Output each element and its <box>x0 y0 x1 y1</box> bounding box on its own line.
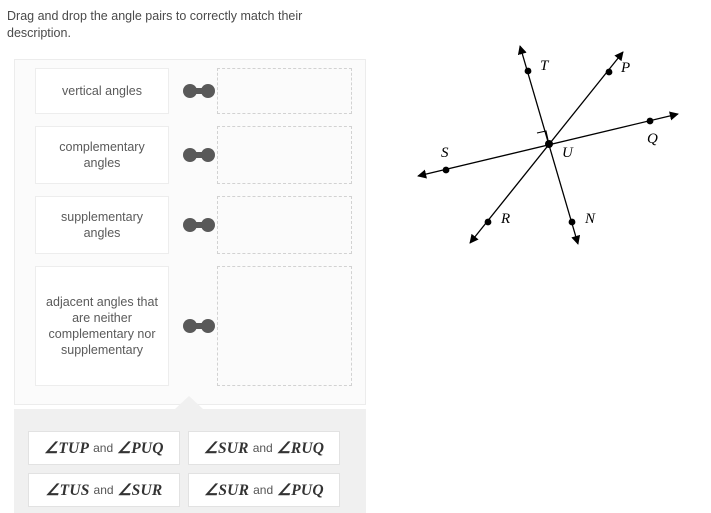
drop-zone-complementary-angles[interactable] <box>217 126 352 184</box>
tile-angle-second: ∠SUR <box>117 481 163 499</box>
tile-angle-second: ∠PUQ <box>117 439 164 457</box>
dumbbell-connector-icon <box>183 319 215 333</box>
drop-zone-supplementary-angles[interactable] <box>217 196 352 254</box>
point-dot-U <box>545 140 553 148</box>
point-label-S: S <box>441 145 449 161</box>
tile-angle-first: ∠SUR <box>204 481 250 499</box>
point-label-Q: Q <box>647 131 658 147</box>
term-card-complementary-angles[interactable]: complementary angles <box>35 126 169 184</box>
answer-tile[interactable]: ∠SUR and ∠RUQ <box>188 431 340 465</box>
point-dot-S <box>442 166 450 174</box>
drop-zone-adjacent-angles[interactable] <box>217 266 352 386</box>
instruction-text: Drag and drop the angle pairs to correct… <box>7 9 303 40</box>
answer-tile[interactable]: ∠TUP and ∠PUQ <box>28 431 180 465</box>
term-card-supplementary-angles[interactable]: supplementary angles <box>35 196 169 254</box>
tile-angle-first: ∠SUR <box>203 439 249 457</box>
point-label-P: P <box>620 60 630 76</box>
point-label-U: U <box>562 145 574 161</box>
matching-panel: vertical angles complementary angles sup… <box>14 59 366 405</box>
line-RP <box>469 51 624 244</box>
point-dot-N <box>568 218 576 226</box>
tile-conjunction: and <box>253 483 274 497</box>
point-label-R: R <box>500 211 510 227</box>
dumbbell-connector-icon <box>183 84 215 98</box>
tray-pointer-notch <box>175 396 203 409</box>
point-dot-R <box>484 218 492 226</box>
tile-angle-first: ∠TUS <box>45 481 90 499</box>
tile-angle-second: ∠PUQ <box>277 481 324 499</box>
geometry-diagram: T P Q S U R N <box>396 24 696 264</box>
drop-zone-vertical-angles[interactable] <box>217 68 352 114</box>
dumbbell-connector-icon <box>183 218 215 232</box>
tile-conjunction: and <box>93 441 114 455</box>
answer-tile[interactable]: ∠SUR and ∠PUQ <box>188 473 340 507</box>
answer-tile[interactable]: ∠TUS and ∠SUR <box>28 473 180 507</box>
geometry-svg: T P Q S U R N <box>417 45 679 245</box>
tile-conjunction: and <box>252 441 273 455</box>
point-dot-Q <box>646 117 654 125</box>
tile-angle-first: ∠TUP <box>44 439 90 457</box>
term-card-adjacent-angles[interactable]: adjacent angles that are neither complem… <box>35 266 169 386</box>
tile-angle-second: ∠RUQ <box>276 439 325 457</box>
geometry-points: T P Q S U R N <box>441 58 658 227</box>
point-label-T: T <box>540 58 550 74</box>
point-label-N: N <box>584 211 596 227</box>
answer-tile-tray: ∠TUP and ∠PUQ ∠SUR and ∠RUQ ∠TUS and ∠SU… <box>14 409 366 513</box>
point-dot-T <box>524 67 532 75</box>
point-dot-P <box>605 68 613 76</box>
tile-conjunction: and <box>93 483 114 497</box>
dumbbell-connector-icon <box>183 148 215 162</box>
term-card-vertical-angles[interactable]: vertical angles <box>35 68 169 114</box>
